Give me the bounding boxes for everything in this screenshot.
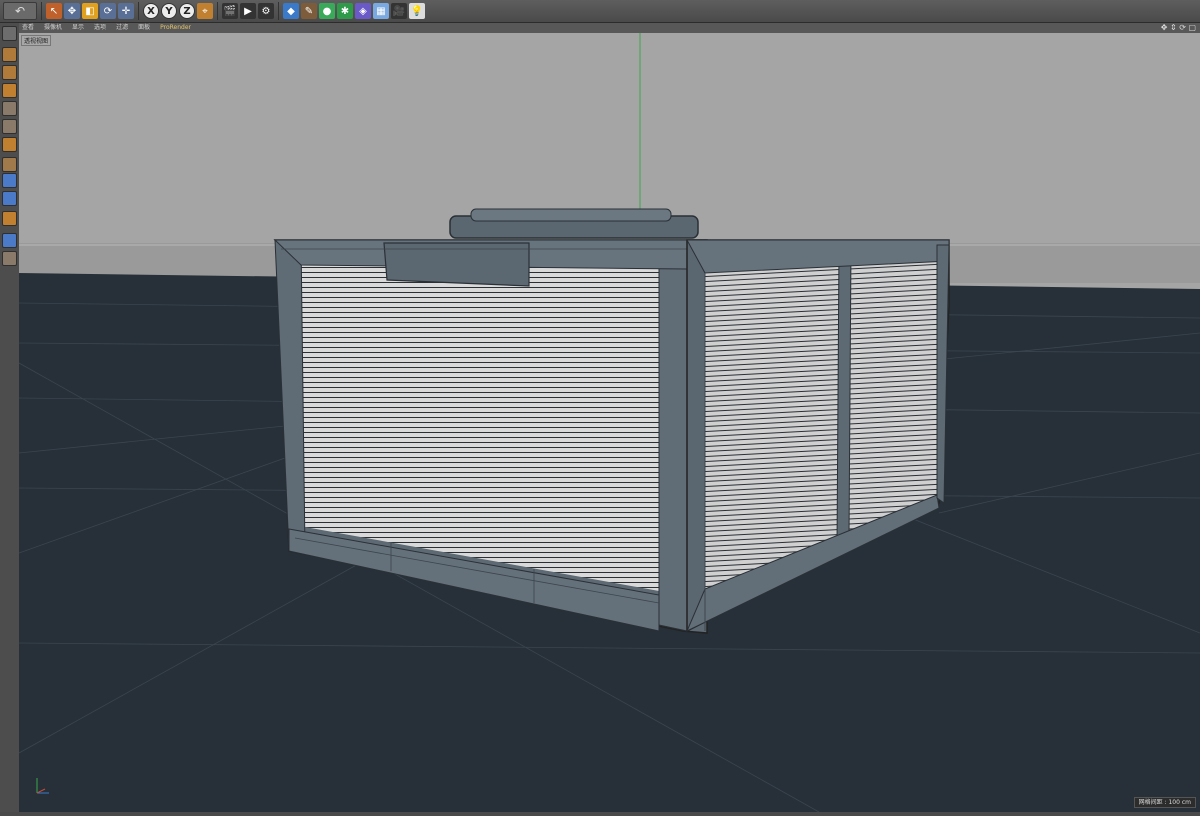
workplane-icon[interactable] xyxy=(2,83,17,98)
menu-display[interactable]: 显示 xyxy=(72,23,84,33)
left-palette xyxy=(0,23,20,812)
render-view-icon[interactable]: 🎬 xyxy=(222,3,238,19)
render-picture-viewer-icon[interactable]: ▶ xyxy=(240,3,256,19)
camera-label: 透视视图 xyxy=(21,35,52,46)
menu-options[interactable]: 选项 xyxy=(94,23,106,33)
main-toolbar: ↶ ↖ ✥ ◧ ⟳ ✛ X Y Z ⌖ 🎬 ▶ ⚙ ◆ ✎ ● ✱ ◈ ▦ 🎥 … xyxy=(0,0,1200,23)
planar-workplane-icon[interactable] xyxy=(2,233,17,248)
array-icon[interactable]: ✱ xyxy=(337,3,353,19)
pen-icon[interactable]: ✎ xyxy=(301,3,317,19)
select-tool-icon[interactable]: ↖ xyxy=(46,3,62,19)
scale-tool-icon[interactable]: ◧ xyxy=(82,3,98,19)
toolbar-separator xyxy=(278,2,279,20)
solo-icon[interactable] xyxy=(2,251,17,266)
viewport-menu: 查看 摄像机 显示 选项 过滤 面板 ProRender xyxy=(19,23,1200,33)
lid-back-top xyxy=(470,208,672,222)
menu-filter[interactable]: 过滤 xyxy=(116,23,128,33)
toolbar-separator xyxy=(41,2,42,20)
viewport-3d[interactable]: 网格间距 : 100 cm xyxy=(18,33,1200,813)
tweak-mode-icon[interactable] xyxy=(2,173,17,188)
model-mode-icon[interactable] xyxy=(2,47,17,62)
texture-mode-icon[interactable] xyxy=(2,65,17,80)
snap-icon[interactable] xyxy=(2,191,17,206)
toolbar-separator xyxy=(138,2,139,20)
x-axis-button[interactable]: X xyxy=(143,3,159,19)
y-axis-button[interactable]: Y xyxy=(161,3,177,19)
viewport-nav-icons[interactable]: ✥ ⇕ ⟳ ▢ xyxy=(1161,23,1196,33)
coordinate-system-icon[interactable]: ⌖ xyxy=(197,3,213,19)
z-axis-button[interactable]: Z xyxy=(179,3,195,19)
undo-icon[interactable]: ↶ xyxy=(3,2,37,20)
deformer-icon[interactable]: ◈ xyxy=(355,3,371,19)
toolbar-separator xyxy=(217,2,218,20)
menu-prorender[interactable]: ProRender xyxy=(160,23,191,33)
menu-panel[interactable]: 面板 xyxy=(138,23,150,33)
transform-tool-icon[interactable]: ✛ xyxy=(118,3,134,19)
make-editable-icon[interactable] xyxy=(2,26,17,41)
grid-spacing-status: 网格间距 : 100 cm xyxy=(1133,797,1196,808)
menu-view[interactable]: 查看 xyxy=(22,23,34,33)
menu-camera[interactable]: 摄像机 xyxy=(44,23,62,33)
right-middle-post xyxy=(836,246,852,546)
rotate-tool-icon[interactable]: ⟳ xyxy=(100,3,116,19)
move-tool-icon[interactable]: ✥ xyxy=(64,3,80,19)
polygons-mode-icon[interactable] xyxy=(2,137,17,152)
edges-mode-icon[interactable] xyxy=(2,119,17,134)
light-icon[interactable]: 💡 xyxy=(409,3,425,19)
camera-icon[interactable]: 🎥 xyxy=(391,3,407,19)
lock-workplane-icon[interactable] xyxy=(2,211,17,226)
crate-latch xyxy=(383,242,530,287)
points-mode-icon[interactable] xyxy=(2,101,17,116)
render-settings-icon[interactable]: ⚙ xyxy=(258,3,274,19)
front-right-post xyxy=(658,242,688,632)
cube-icon[interactable]: ◆ xyxy=(283,3,299,19)
viewport-scene xyxy=(18,33,1200,813)
scene-floor-icon[interactable]: ▦ xyxy=(373,3,389,19)
subdivision-icon[interactable]: ● xyxy=(319,3,335,19)
axis-mode-icon[interactable] xyxy=(2,157,17,172)
